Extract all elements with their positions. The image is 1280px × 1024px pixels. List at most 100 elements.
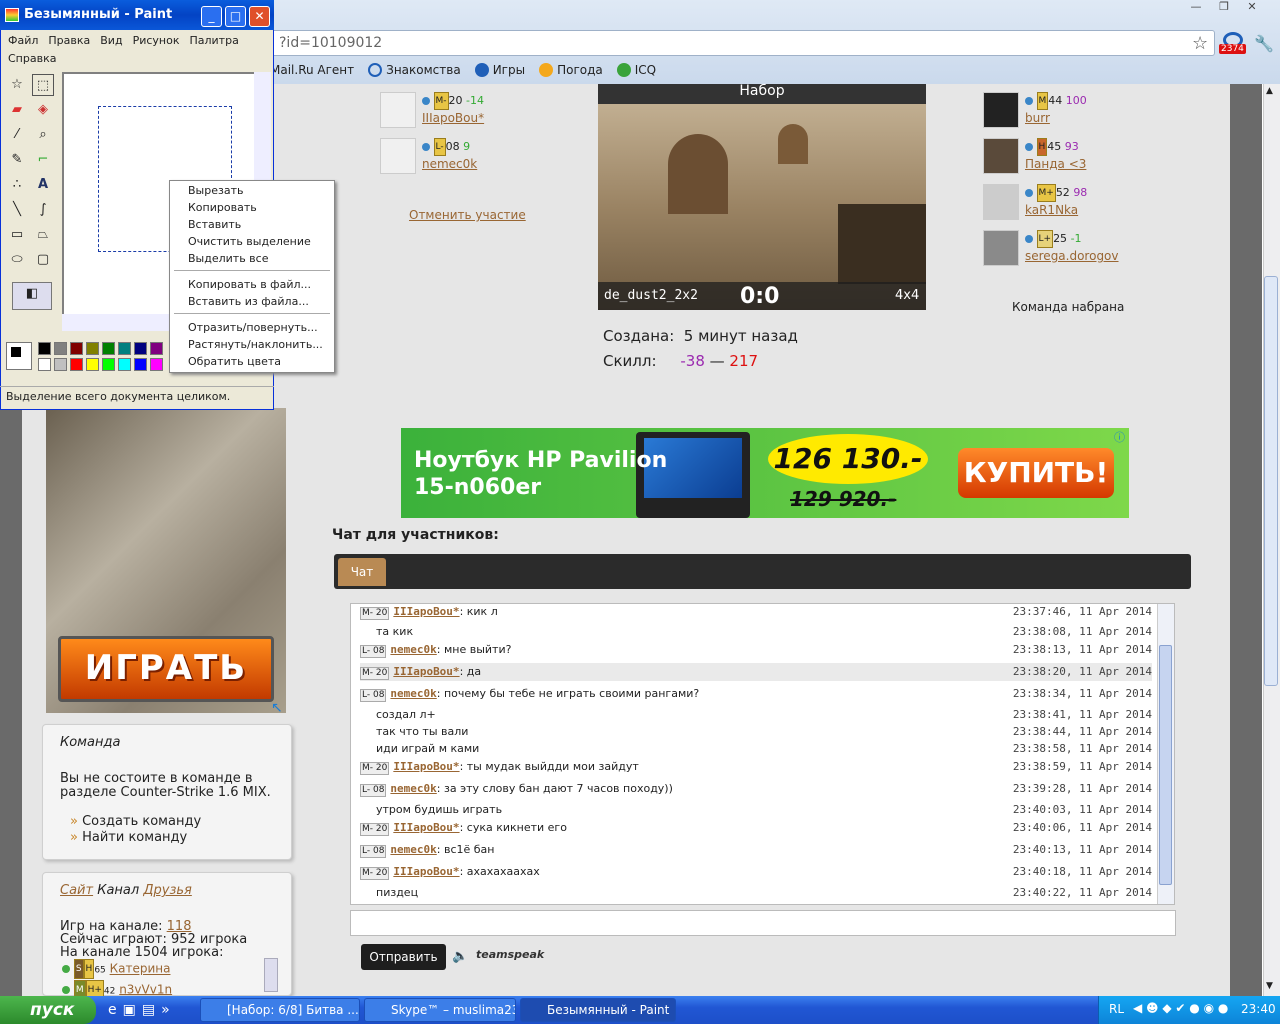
- user-list-scrollbar[interactable]: [264, 958, 278, 992]
- create-team-link[interactable]: » Создать команду: [70, 814, 201, 829]
- palette-swatch[interactable]: [86, 358, 99, 371]
- tab-chat[interactable]: Чат: [338, 558, 386, 586]
- menu-item-clear-selection[interactable]: Очистить выделение: [188, 233, 311, 250]
- palette-swatch[interactable]: [118, 358, 131, 371]
- polygon-icon[interactable]: ⏢: [32, 224, 54, 246]
- text-icon[interactable]: A: [32, 174, 54, 196]
- send-button[interactable]: Отправить: [361, 944, 446, 970]
- chat-author-link[interactable]: nemec0k: [390, 687, 436, 700]
- menu-edit[interactable]: Правка: [48, 34, 90, 47]
- speaker-icon[interactable]: 🔈: [452, 949, 468, 964]
- right-player-2[interactable]: H 45 93 Панда <3: [983, 138, 1086, 174]
- right-player-3[interactable]: M+ 52 98 kaR1Nka: [983, 184, 1087, 220]
- taskbar-item-browser[interactable]: [Набор: 6/8] Битва ...: [200, 998, 360, 1022]
- line-icon[interactable]: ╲: [6, 199, 28, 221]
- minimize-icon[interactable]: _: [201, 6, 222, 27]
- curve-icon[interactable]: ∫: [32, 199, 54, 221]
- menu-palette[interactable]: Палитра: [189, 34, 238, 47]
- magnifier-icon[interactable]: ⌕: [32, 124, 54, 146]
- menu-file[interactable]: Файл: [8, 34, 38, 47]
- palette-swatch[interactable]: [102, 358, 115, 371]
- rect-select-icon[interactable]: ⬚: [32, 74, 54, 96]
- menu-item-stretch-skew[interactable]: Растянуть/наклонить...: [188, 336, 323, 353]
- star-icon[interactable]: ☆: [1192, 33, 1208, 54]
- left-player-1[interactable]: M- 20 -14 IIIapoBou*: [380, 92, 484, 128]
- extension-button[interactable]: 2374: [1219, 32, 1247, 56]
- palette-swatch[interactable]: [70, 342, 83, 355]
- menu-help[interactable]: Справка: [8, 52, 56, 65]
- fill-icon[interactable]: ◈: [32, 99, 54, 121]
- transparency-option-icon[interactable]: ◧: [12, 282, 52, 310]
- menu-image[interactable]: Рисунок: [133, 34, 180, 47]
- bookmark-znakomstva[interactable]: Знакомства: [368, 60, 461, 80]
- tray-icons[interactable]: ◀ ☻ ◆ ✔ ● ◉ ●: [1133, 1001, 1228, 1015]
- pencil-icon[interactable]: ✎: [6, 149, 28, 171]
- info-icon[interactable]: ⓘ: [1114, 429, 1125, 445]
- palette-swatch[interactable]: [150, 358, 163, 371]
- ellipse-icon[interactable]: ⬭: [6, 249, 28, 271]
- restore-icon[interactable]: ❐: [1211, 0, 1237, 16]
- palette-swatch[interactable]: [118, 342, 131, 355]
- chat-input[interactable]: [350, 910, 1176, 936]
- picker-icon[interactable]: ⁄: [6, 124, 28, 146]
- right-player-1[interactable]: M 44 100 burr: [983, 92, 1087, 128]
- chat-author-link[interactable]: nemec0k: [390, 643, 436, 656]
- palette-swatch[interactable]: [102, 342, 115, 355]
- start-button[interactable]: пуск: [0, 996, 96, 1024]
- ad-buy-button[interactable]: КУПИТЬ!: [958, 448, 1114, 498]
- palette-swatch[interactable]: [86, 342, 99, 355]
- address-bar[interactable]: ?id=10109012: [270, 30, 1215, 56]
- tab-friends[interactable]: Друзья: [143, 883, 192, 898]
- tab-site[interactable]: Сайт: [60, 883, 93, 898]
- palette-swatch[interactable]: [38, 342, 51, 355]
- palette-swatch[interactable]: [54, 342, 67, 355]
- tab-channel[interactable]: Канал: [97, 883, 139, 898]
- media-icon[interactable]: ▤: [142, 1002, 155, 1018]
- desktop-icon[interactable]: ▣: [123, 1002, 136, 1018]
- page-scrollbar-thumb[interactable]: [1264, 276, 1278, 686]
- chat-author-link[interactable]: nemec0k: [390, 782, 436, 795]
- chat-author-link[interactable]: IIIapoBou*: [393, 865, 459, 878]
- brush-icon[interactable]: ⌐: [32, 149, 54, 171]
- chat-author-link[interactable]: IIIapoBou*: [393, 821, 459, 834]
- menu-item-flip-rotate[interactable]: Отразить/повернуть...: [188, 319, 318, 336]
- chat-author-link[interactable]: IIIapoBou*: [393, 760, 459, 773]
- close-icon[interactable]: ✕: [1239, 0, 1265, 16]
- menu-item-copy-to-file[interactable]: Копировать в файл...: [188, 276, 311, 293]
- menu-item-invert-colors[interactable]: Обратить цвета: [188, 353, 281, 370]
- wrench-icon[interactable]: 🔧: [1254, 34, 1274, 53]
- play-button[interactable]: ИГРАТЬ: [58, 636, 274, 702]
- menu-item-cut[interactable]: Вырезать: [188, 182, 243, 199]
- ie-icon[interactable]: e: [108, 1002, 117, 1018]
- palette-swatch[interactable]: [134, 358, 147, 371]
- bookmark-weather[interactable]: Погода: [539, 60, 603, 80]
- scroll-up-icon[interactable]: ▲: [1266, 86, 1273, 96]
- chat-scrollbar-thumb[interactable]: [1159, 645, 1172, 885]
- menu-item-select-all[interactable]: Выделить все: [188, 250, 268, 267]
- find-team-link[interactable]: » Найти команду: [70, 830, 187, 845]
- left-player-2[interactable]: L- 08 9 nemec0k: [380, 138, 477, 174]
- bookmark-mailru-agent[interactable]: Mail.Ru Агент: [270, 60, 354, 80]
- rectangle-icon[interactable]: ▭: [6, 224, 28, 246]
- expand-quicklaunch-icon[interactable]: »: [161, 1002, 170, 1018]
- menu-item-copy[interactable]: Копировать: [188, 199, 257, 216]
- palette-swatch[interactable]: [54, 358, 67, 371]
- list-item[interactable]: S H 65 Катерина: [62, 959, 172, 980]
- bookmark-icq[interactable]: ICQ: [616, 60, 656, 80]
- palette-swatch[interactable]: [38, 358, 51, 371]
- menu-view[interactable]: Вид: [100, 34, 122, 47]
- cancel-participation-link[interactable]: Отменить участие: [409, 208, 526, 222]
- rounded-rect-icon[interactable]: ▢: [32, 249, 54, 271]
- chat-author-link[interactable]: IIIapoBou*: [393, 605, 459, 618]
- language-indicator[interactable]: RL: [1109, 1002, 1124, 1016]
- palette-swatch[interactable]: [150, 342, 163, 355]
- taskbar-item-paint[interactable]: Безымянный - Paint: [520, 998, 676, 1022]
- airbrush-icon[interactable]: ∴: [6, 174, 28, 196]
- scroll-down-icon[interactable]: ▼: [1266, 981, 1273, 991]
- palette-swatch[interactable]: [134, 342, 147, 355]
- close-icon[interactable]: ✕: [249, 6, 270, 27]
- menu-item-paste-from-file[interactable]: Вставить из файла...: [188, 293, 309, 310]
- teamspeak-logo[interactable]: teamspeak: [476, 948, 544, 961]
- minimize-icon[interactable]: —: [1183, 0, 1209, 16]
- chat-author-link[interactable]: IIIapoBou*: [393, 665, 459, 678]
